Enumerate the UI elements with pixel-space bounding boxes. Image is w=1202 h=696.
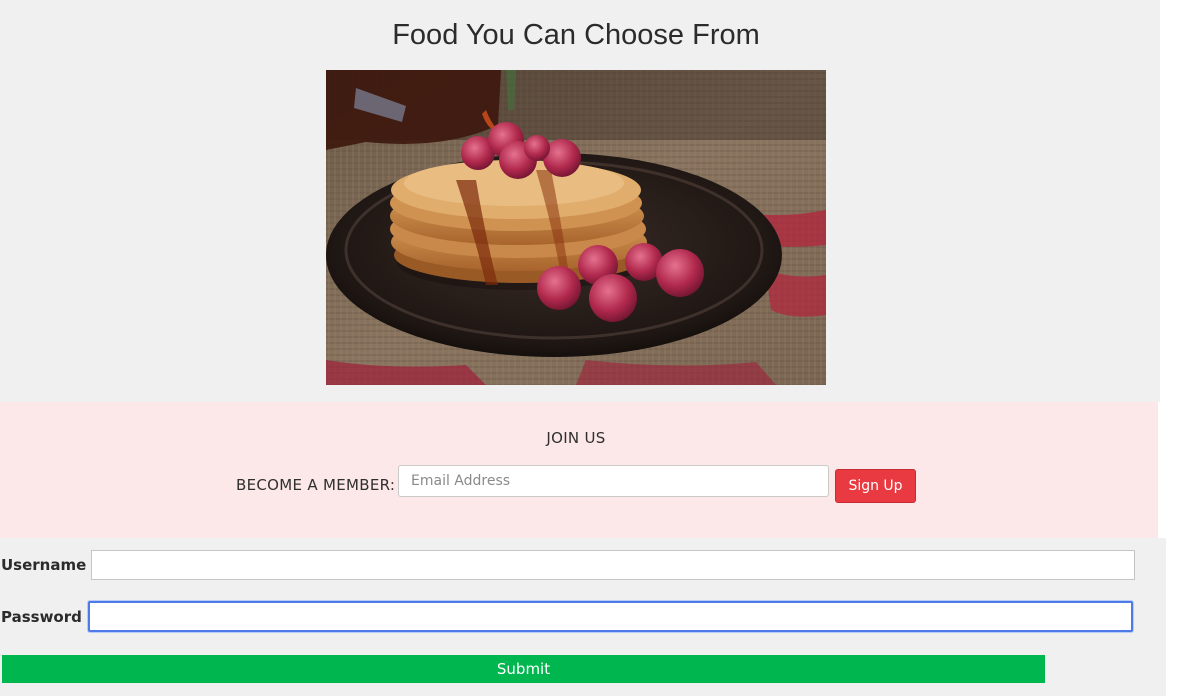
password-input[interactable] xyxy=(88,601,1133,632)
pancake-photo xyxy=(326,70,826,385)
join-us-heading: JOIN US xyxy=(546,429,606,447)
login-form: Username Password Submit xyxy=(0,538,1166,696)
food-section: Food You Can Choose From xyxy=(0,0,1160,402)
sign-up-button[interactable]: Sign Up xyxy=(835,469,916,503)
page: Food You Can Choose From JOIN US BECOME … xyxy=(0,0,1202,696)
email-address-input[interactable] xyxy=(398,465,829,497)
food-section-title: Food You Can Choose From xyxy=(392,19,760,51)
password-label: Password xyxy=(1,608,82,626)
join-us-section: JOIN US BECOME A MEMBER: Sign Up xyxy=(0,402,1158,538)
username-input[interactable] xyxy=(91,550,1135,580)
become-member-label: BECOME A MEMBER: xyxy=(236,476,396,494)
submit-button[interactable]: Submit xyxy=(2,655,1045,683)
username-label: Username xyxy=(1,556,87,574)
